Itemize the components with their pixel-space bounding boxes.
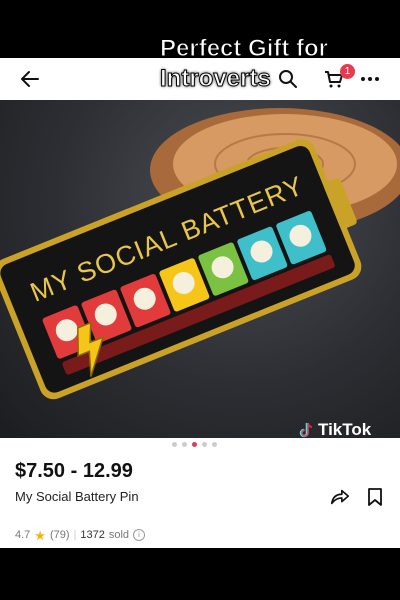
review-count[interactable]: (79) [50,529,70,541]
tiktok-watermark: TikTok [298,420,371,440]
carousel-dot[interactable] [192,442,197,447]
info-icon[interactable]: i [133,529,146,541]
tiktok-logo-icon [299,422,313,438]
social-battery-pin-illustration: MY SOCIAL BATTERY [0,108,400,400]
sold-label: sold [108,529,130,541]
video-caption-overlay: Perfect Gift for Introverts [160,34,400,94]
sold-count: 1372 [80,529,105,541]
price-range: $7.50 - 12.99 [15,460,133,482]
carousel-dot[interactable] [172,442,177,447]
carousel-dot[interactable] [212,442,217,447]
product-info-panel: $7.50 - 12.99 My Social Battery Pin 4.7 … [0,438,400,548]
rating-row: 4.7 ★ (79) | 1372 sold i [15,527,146,543]
bookmark-icon[interactable] [365,486,385,508]
arrow-left-icon[interactable] [18,67,42,91]
bottom-black-bar [0,548,400,600]
watermark-handle: @socialpodcasts.podcast [215,448,329,459]
product-image[interactable]: MY SOCIAL BATTERY [0,100,400,438]
tiktok-label: TikTok [318,420,372,439]
product-name: My Social Battery Pin [15,489,139,504]
share-icon[interactable] [329,486,351,508]
rating-value: 4.7 [15,529,31,541]
carousel-dot[interactable] [182,442,187,447]
divider: | [73,529,77,541]
carousel-dot[interactable] [202,442,207,447]
caption-text: Perfect Gift for Introverts [160,35,329,93]
carousel-indicator [172,442,217,447]
star-icon: ★ [34,527,46,543]
